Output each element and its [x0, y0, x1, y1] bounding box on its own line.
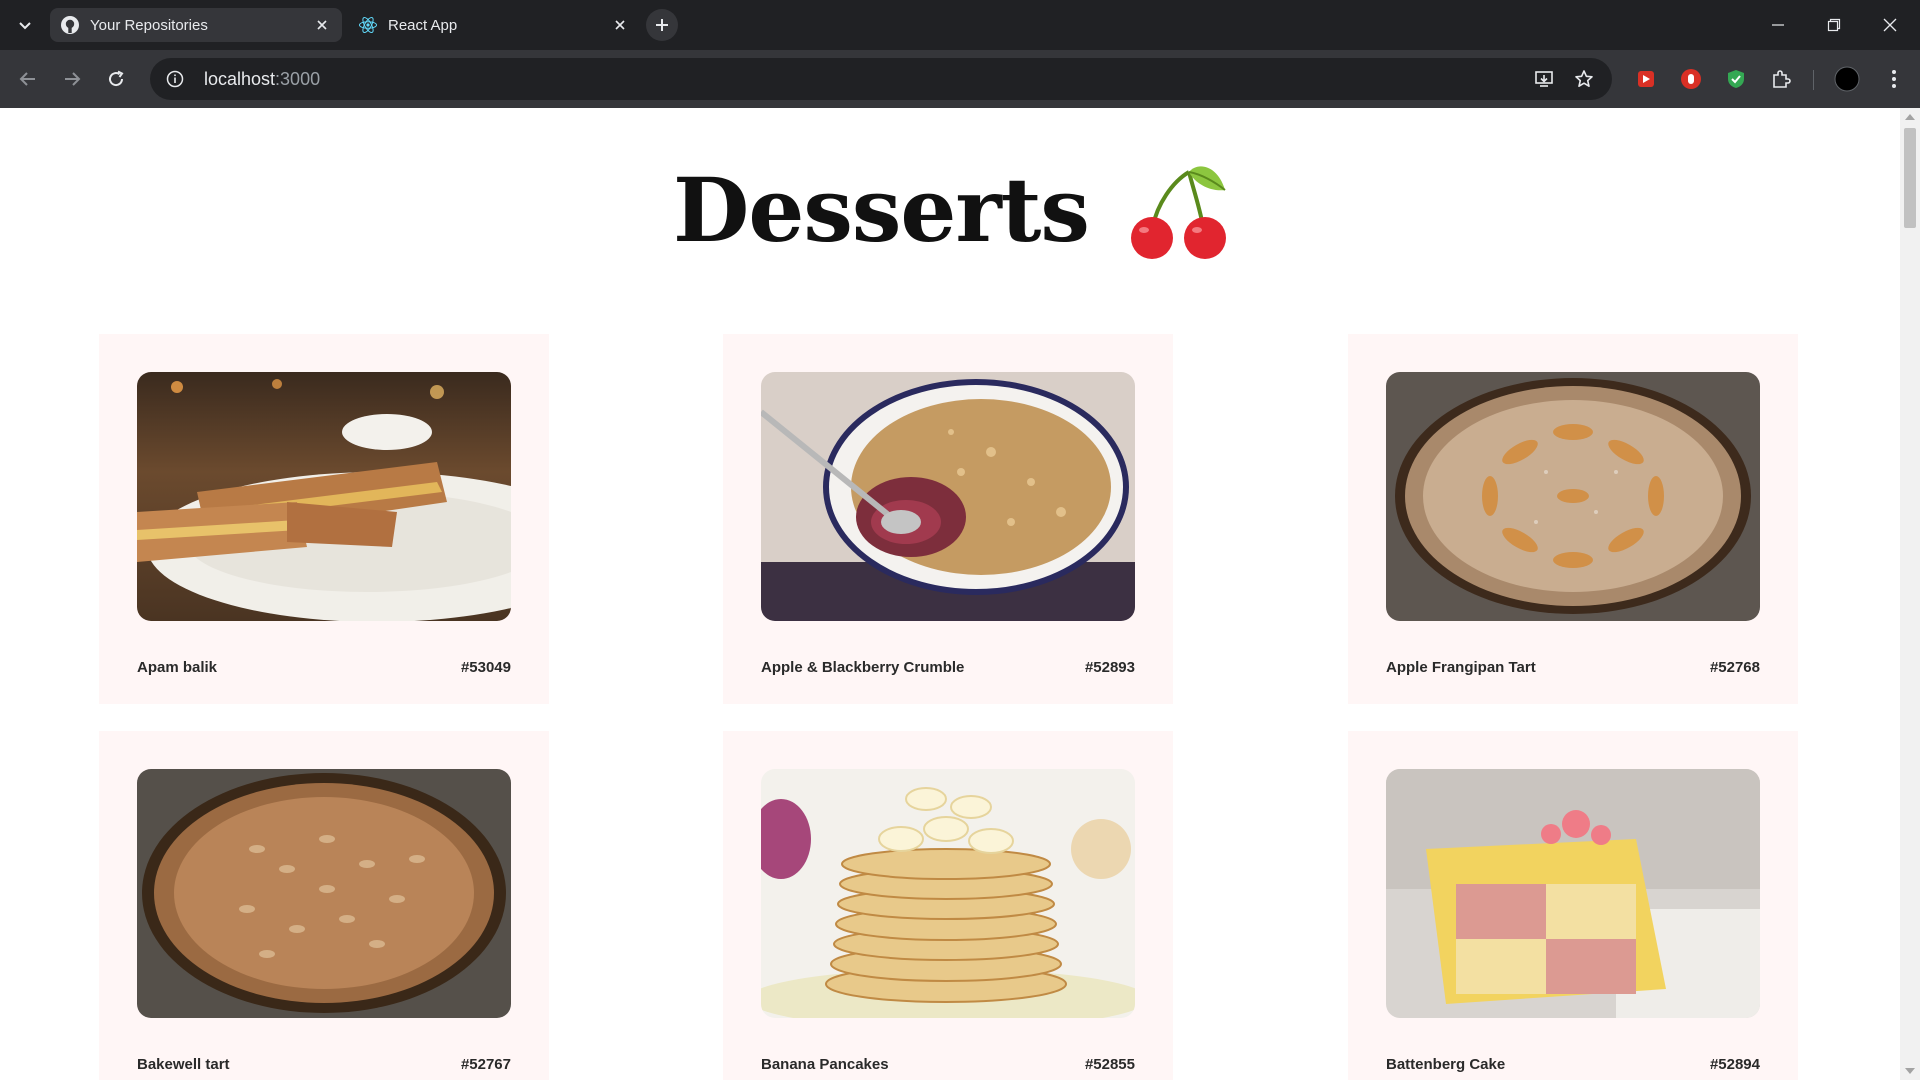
restore-button[interactable] — [1806, 0, 1862, 50]
close-icon — [1883, 18, 1897, 32]
close-window-button[interactable] — [1862, 0, 1918, 50]
dessert-card[interactable]: Battenberg Cake #52894 — [1348, 731, 1798, 1080]
tab-your-repositories[interactable]: Your Repositories — [50, 8, 342, 42]
page-viewport: Desserts Apam balik #53049 Apple & Black… — [0, 108, 1900, 1080]
close-tab-icon[interactable] — [610, 15, 630, 35]
cherries-icon — [1130, 166, 1226, 259]
install-app-icon[interactable] — [1528, 63, 1560, 95]
extensions-puzzle-icon[interactable] — [1765, 63, 1797, 95]
browser-toolbar: localhost:3000 — [0, 50, 1920, 108]
minimize-button[interactable] — [1750, 0, 1806, 50]
react-icon — [358, 15, 378, 35]
url-text: localhost:3000 — [204, 68, 321, 89]
scroll-down-arrow-icon[interactable] — [1905, 1068, 1915, 1074]
minimize-icon — [1772, 24, 1784, 26]
dessert-card[interactable]: Apple Frangipan Tart #52768 — [1348, 334, 1798, 704]
extension-shield-icon[interactable] — [1720, 63, 1752, 95]
kebab-menu-icon — [1892, 70, 1896, 88]
dessert-id: #52768 — [1709, 659, 1760, 676]
profile-avatar[interactable] — [1831, 63, 1863, 95]
arrow-right-icon — [65, 72, 81, 86]
toolbar-separator — [1813, 70, 1814, 90]
tab-title: Your Repositories — [90, 16, 208, 34]
restore-icon — [1827, 18, 1841, 32]
plus-icon — [656, 19, 668, 31]
scrollbar-thumb[interactable] — [1904, 128, 1916, 228]
dessert-name: Battenberg Cake — [1386, 1056, 1506, 1073]
page-title: Desserts — [673, 158, 1090, 262]
dessert-id: #52893 — [1084, 659, 1135, 676]
dessert-photo-apple-blackberry-crumble — [761, 372, 1135, 621]
chevron-down-icon — [19, 22, 31, 30]
browser-menu-button[interactable] — [1878, 63, 1910, 95]
address-bar[interactable]: localhost:3000 — [150, 58, 1612, 100]
tab-search-button[interactable] — [10, 11, 40, 39]
dessert-name: Banana Pancakes — [761, 1056, 889, 1073]
dessert-id: #52894 — [1709, 1056, 1760, 1073]
page-heading: Desserts — [0, 158, 1900, 262]
tab-strip: Your Repositories React App — [0, 0, 1920, 50]
dessert-card[interactable]: Apam balik #53049 — [99, 334, 549, 704]
extension-red-play-icon[interactable] — [1630, 63, 1662, 95]
reload-button[interactable] — [100, 63, 132, 95]
site-info-icon[interactable] — [160, 64, 190, 94]
reload-icon — [109, 70, 124, 87]
dessert-id: #53049 — [460, 659, 511, 676]
extension-hand-stop-icon[interactable] — [1675, 63, 1707, 95]
arrow-left-icon — [19, 72, 35, 86]
github-icon — [60, 15, 80, 35]
dessert-name: Apple Frangipan Tart — [1386, 659, 1536, 676]
back-button[interactable] — [12, 63, 44, 95]
dessert-photo-apple-frangipan-tart — [1386, 372, 1760, 621]
dessert-card[interactable]: Apple & Blackberry Crumble #52893 — [723, 334, 1173, 704]
page-scrollbar[interactable] — [1900, 108, 1920, 1080]
bookmark-star-icon[interactable] — [1568, 63, 1600, 95]
tab-react-app[interactable]: React App — [348, 8, 640, 42]
dessert-photo-banana-pancakes — [761, 769, 1135, 1018]
dessert-photo-bakewell-tart — [137, 769, 511, 1018]
dessert-photo-battenberg-cake — [1386, 769, 1760, 1018]
dessert-photo-apam-balik — [137, 372, 511, 621]
dessert-card[interactable]: Bakewell tart #52767 — [99, 731, 549, 1080]
dessert-name: Apple & Blackberry Crumble — [761, 659, 965, 676]
dessert-card[interactable]: Banana Pancakes #52855 — [723, 731, 1173, 1080]
dessert-name: Apam balik — [137, 659, 218, 676]
close-tab-icon[interactable] — [312, 15, 332, 35]
forward-button[interactable] — [56, 63, 88, 95]
dessert-name: Bakewell tart — [137, 1056, 230, 1073]
dessert-id: #52767 — [460, 1056, 511, 1073]
scroll-up-arrow-icon[interactable] — [1905, 114, 1915, 120]
tab-title: React App — [388, 16, 458, 34]
dessert-id: #52855 — [1084, 1056, 1135, 1073]
new-tab-button[interactable] — [646, 9, 678, 41]
